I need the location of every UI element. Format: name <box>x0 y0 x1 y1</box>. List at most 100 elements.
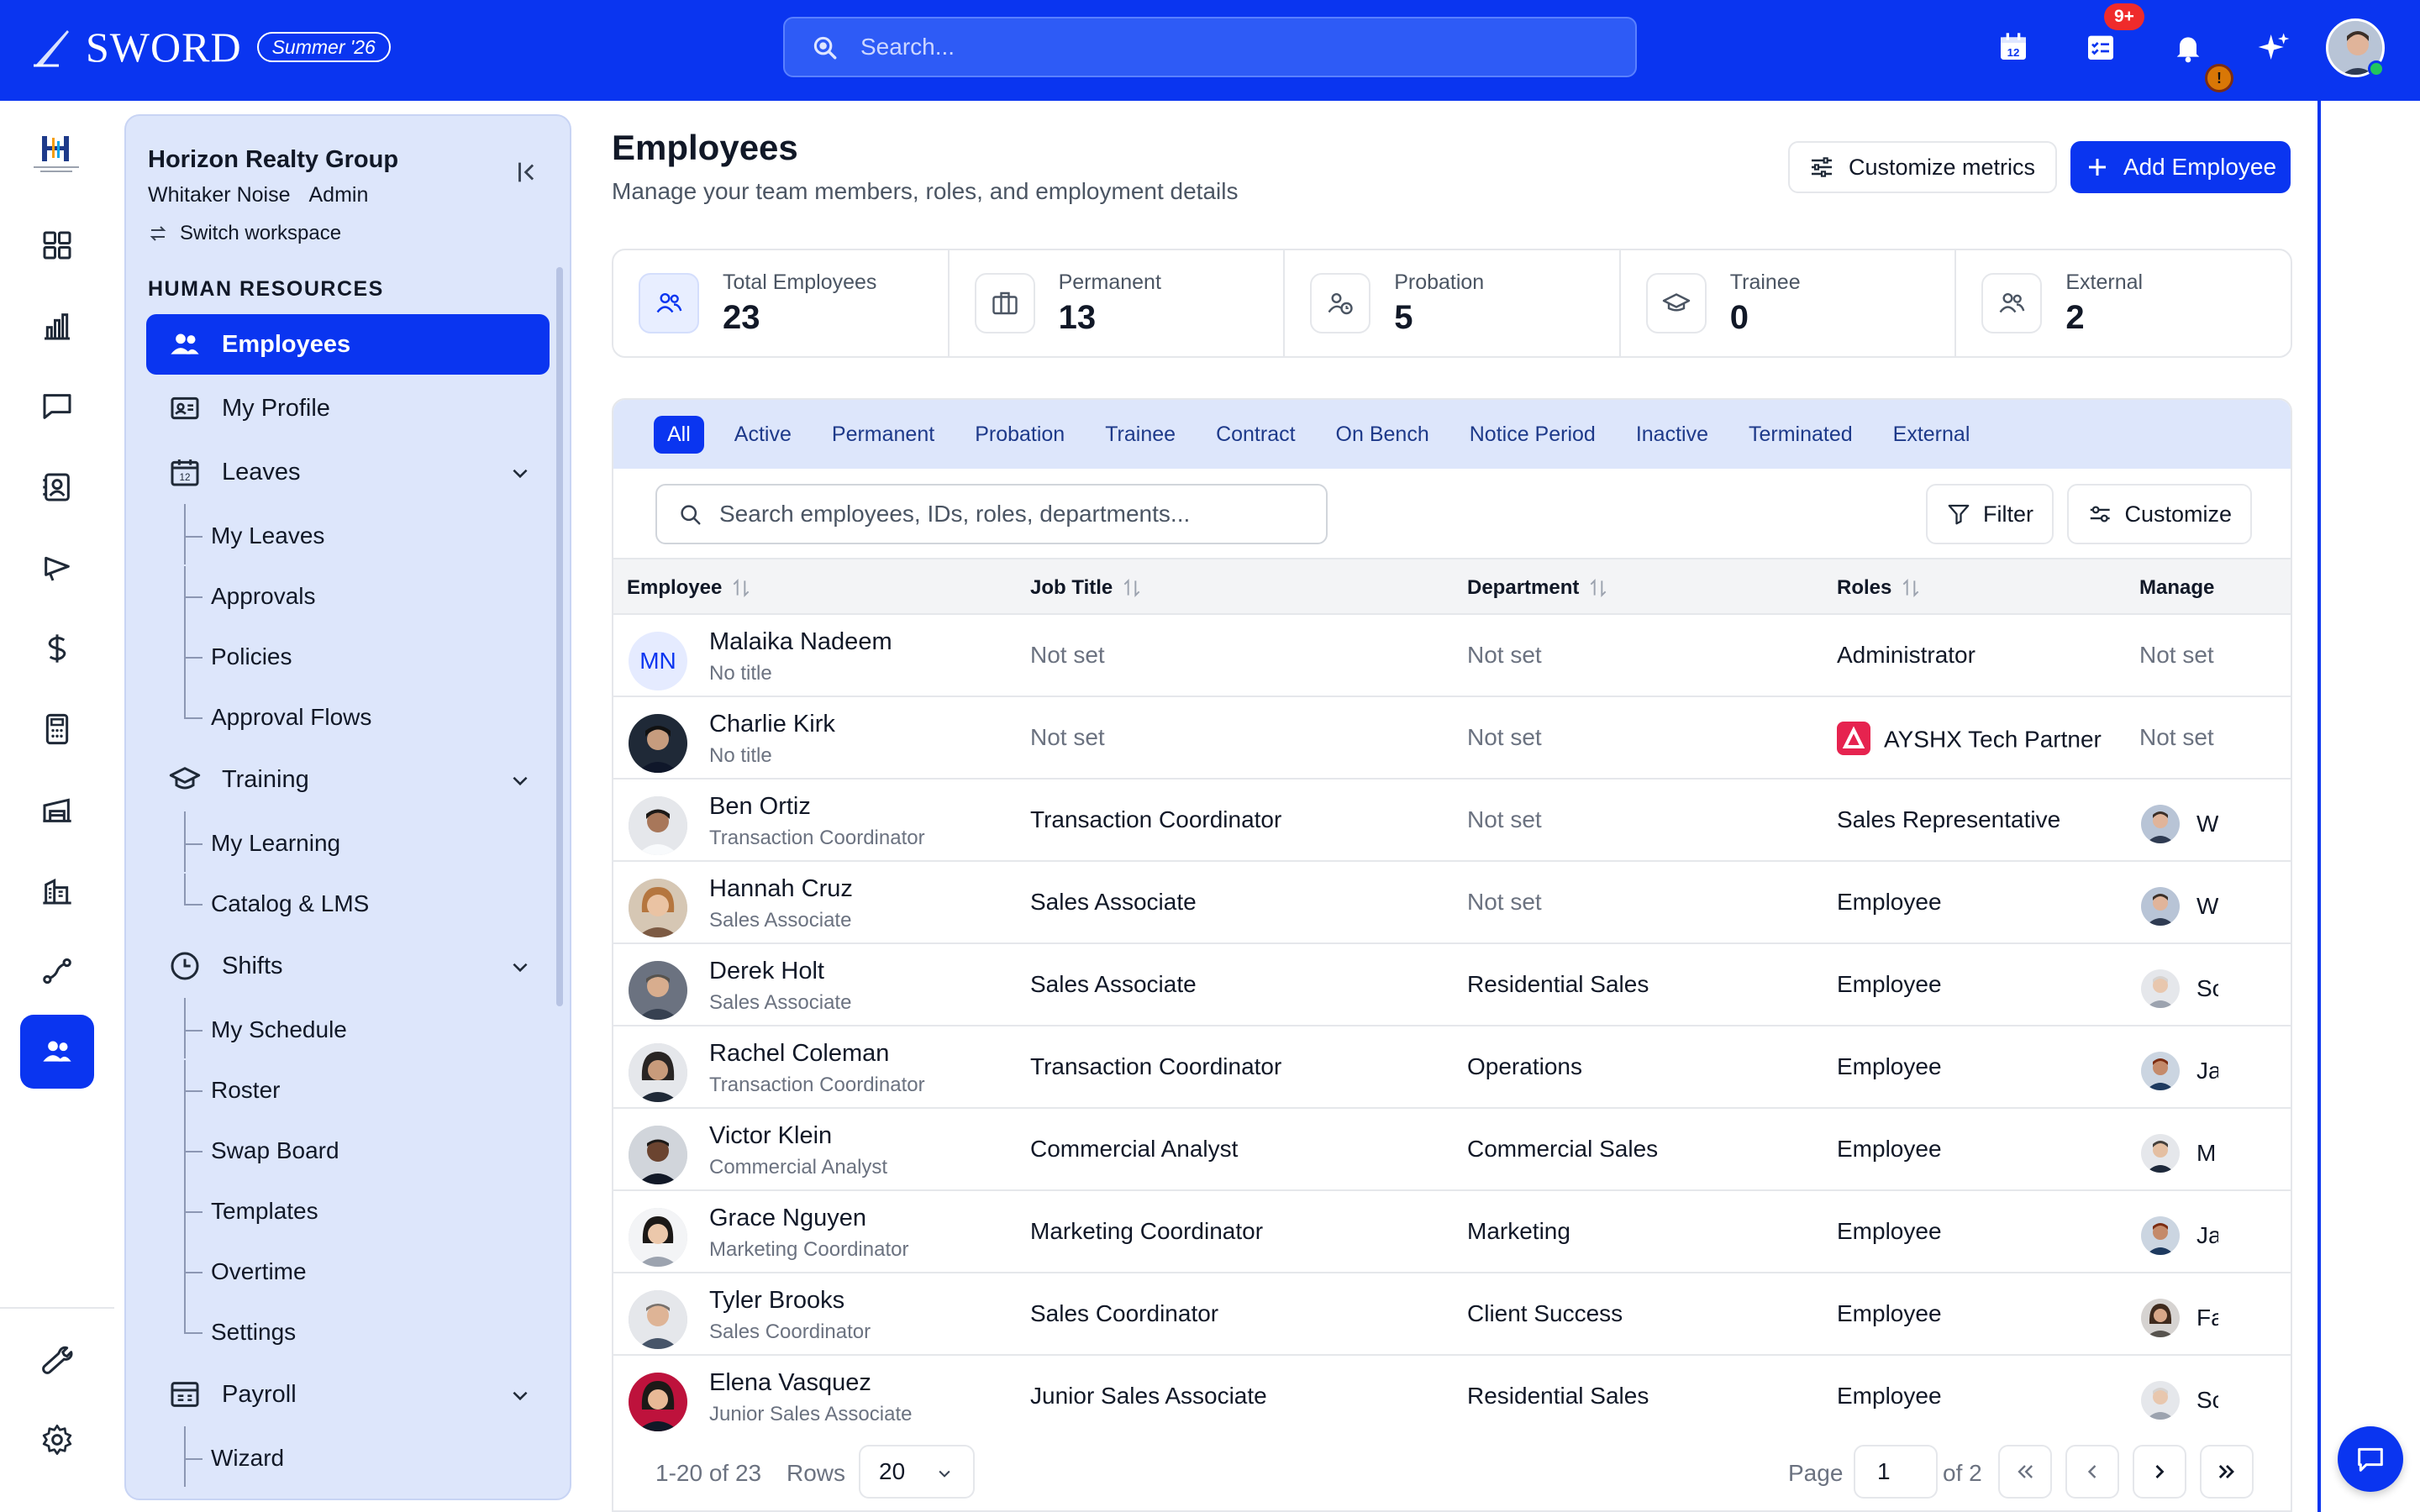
customize-button[interactable]: Customize <box>2067 484 2252 544</box>
table-row[interactable]: Derek Holt Sales Associate Sales Associa… <box>613 944 2291 1026</box>
tab-external[interactable]: External <box>1873 416 1991 454</box>
stat-trainee[interactable]: Trainee 0 <box>1621 250 1957 356</box>
sidebar-item-policies[interactable]: Policies <box>146 627 550 687</box>
tab-notice-period[interactable]: Notice Period <box>1449 416 1616 454</box>
column-manager[interactable]: Manage <box>2139 576 2215 600</box>
sidebar-item-leaves[interactable]: 12 Leaves <box>146 442 550 502</box>
column-roles[interactable]: Roles <box>1837 576 1922 600</box>
sidebar-item-training[interactable]: Training <box>146 749 550 810</box>
table-row[interactable]: MN Malaika Nadeem No title Not set Not s… <box>613 615 2291 697</box>
manager-cell[interactable]: Sc <box>2141 969 2291 1008</box>
manager-cell[interactable]: M <box>2141 1134 2291 1173</box>
prev-page-button[interactable] <box>2065 1445 2119 1499</box>
employee-name[interactable]: Grace Nguyen <box>709 1205 866 1232</box>
column-department[interactable]: Department <box>1467 576 1609 600</box>
sidebar-item-roster[interactable]: Roster <box>146 1060 550 1121</box>
sparkle-icon[interactable] <box>2257 30 2291 64</box>
sidebar-scrollbar[interactable] <box>556 267 563 1006</box>
sidebar-item-wizard[interactable]: Wizard <box>146 1426 550 1488</box>
table-row[interactable]: Victor Klein Commercial Analyst Commerci… <box>613 1109 2291 1191</box>
rail-campaigns[interactable] <box>20 531 94 605</box>
tab-contract[interactable]: Contract <box>1196 416 1315 454</box>
sidebar-item-my-profile[interactable]: My Profile <box>146 378 550 438</box>
rows-per-page-select[interactable]: 20 <box>859 1445 975 1499</box>
sidebar-item-settings[interactable]: Settings <box>146 1302 550 1362</box>
sidebar-item-my-learning[interactable]: My Learning <box>146 811 550 874</box>
tab-on-bench[interactable]: On Bench <box>1316 416 1449 454</box>
tab-probation[interactable]: Probation <box>955 416 1085 454</box>
manager-cell[interactable]: W <box>2141 887 2291 926</box>
rail-messages[interactable] <box>20 370 94 444</box>
tab-all[interactable]: All <box>654 415 704 454</box>
stat-total-employees[interactable]: Total Employees 23 <box>613 250 950 356</box>
brand[interactable]: SWORD Summer '26 <box>34 24 391 71</box>
chat-button[interactable] <box>2338 1426 2403 1492</box>
tasks-icon[interactable] <box>2084 30 2118 64</box>
table-row[interactable]: Ben Ortiz Transaction Coordinator Transa… <box>613 780 2291 862</box>
sidebar-item-approvals[interactable]: Approvals <box>146 566 550 627</box>
employee-name[interactable]: Ben Ortiz <box>709 793 811 821</box>
employee-name[interactable]: Malaika Nadeem <box>709 628 892 656</box>
manager-cell[interactable]: Ja <box>2141 1052 2291 1090</box>
rail-calculator[interactable] <box>20 692 94 766</box>
manager-cell[interactable]: W <box>2141 805 2291 843</box>
table-row[interactable]: Grace Nguyen Marketing Coordinator Marke… <box>613 1191 2291 1273</box>
employee-name[interactable]: Hannah Cruz <box>709 875 853 903</box>
switch-workspace-link[interactable]: Switch workspace <box>148 222 341 245</box>
customize-metrics-button[interactable]: Customize metrics <box>1788 141 2057 193</box>
manager-cell[interactable]: Sc <box>2141 1381 2291 1420</box>
sidebar-item-shifts[interactable]: Shifts <box>146 936 550 996</box>
rail-people[interactable] <box>20 1015 94 1089</box>
stat-probation[interactable]: Probation 5 <box>1285 250 1621 356</box>
column-employee[interactable]: Employee <box>627 576 752 600</box>
employee-search-input[interactable] <box>719 501 1307 528</box>
rail-contacts[interactable] <box>20 450 94 524</box>
sidebar-item-approval-flows[interactable]: Approval Flows <box>146 687 550 748</box>
sidebar-item-templates[interactable]: Templates <box>146 1181 550 1242</box>
employee-name[interactable]: Charlie Kirk <box>709 711 835 738</box>
employee-name[interactable]: Rachel Coleman <box>709 1040 889 1068</box>
tab-active[interactable]: Active <box>714 416 812 454</box>
manager-cell[interactable]: Ja <box>2141 1216 2291 1255</box>
collapse-sidebar-button[interactable] <box>513 158 541 186</box>
rail-buildings[interactable] <box>20 853 94 927</box>
first-page-button[interactable] <box>1998 1445 2052 1499</box>
global-search-input[interactable] <box>860 34 1617 60</box>
rail-warehouse[interactable] <box>20 773 94 847</box>
last-page-button[interactable] <box>2200 1445 2254 1499</box>
sidebar-item-employees[interactable]: Employees <box>146 314 550 375</box>
stat-external[interactable]: External 2 <box>1956 250 2291 356</box>
filter-button[interactable]: Filter <box>1926 484 2054 544</box>
rail-settings[interactable] <box>20 1403 94 1477</box>
sidebar-item-overtime[interactable]: Overtime <box>146 1242 550 1302</box>
column-job-title[interactable]: Job Title <box>1030 576 1143 600</box>
sidebar-item-swap-board[interactable]: Swap Board <box>146 1121 550 1181</box>
page-number-input[interactable] <box>1854 1445 1938 1499</box>
rail-finance[interactable] <box>20 612 94 685</box>
sidebar-item-catalog[interactable]: Catalog & LMS <box>146 874 550 934</box>
employee-search[interactable] <box>655 484 1328 544</box>
calendar-icon[interactable]: 12 <box>1996 30 2030 64</box>
global-search[interactable] <box>783 17 1637 77</box>
rail-tools[interactable] <box>20 1322 94 1396</box>
bell-icon[interactable] <box>2171 30 2205 64</box>
sidebar-item-my-leaves[interactable]: My Leaves <box>146 504 550 566</box>
tab-terminated[interactable]: Terminated <box>1728 416 1873 454</box>
rail-dashboard[interactable] <box>20 208 94 282</box>
sidebar-item-my-schedule[interactable]: My Schedule <box>146 998 550 1060</box>
stat-permanent[interactable]: Permanent 13 <box>950 250 1286 356</box>
manager-cell[interactable]: Fa <box>2141 1299 2291 1337</box>
table-row[interactable]: Tyler Brooks Sales Coordinator Sales Coo… <box>613 1273 2291 1356</box>
employee-name[interactable]: Tyler Brooks <box>709 1287 844 1315</box>
sidebar-item-payroll[interactable]: Payroll <box>146 1364 550 1425</box>
tab-inactive[interactable]: Inactive <box>1616 416 1728 454</box>
next-page-button[interactable] <box>2133 1445 2186 1499</box>
table-row[interactable]: Rachel Coleman Transaction Coordinator T… <box>613 1026 2291 1109</box>
employee-name[interactable]: Victor Klein <box>709 1122 832 1150</box>
tab-permanent[interactable]: Permanent <box>812 416 955 454</box>
rail-workflow[interactable] <box>20 934 94 1008</box>
tab-trainee[interactable]: Trainee <box>1085 416 1196 454</box>
table-row[interactable]: Hannah Cruz Sales Associate Sales Associ… <box>613 862 2291 944</box>
employee-name[interactable]: Elena Vasquez <box>709 1369 871 1397</box>
table-row[interactable]: Elena Vasquez Junior Sales Associate Jun… <box>613 1356 2291 1438</box>
